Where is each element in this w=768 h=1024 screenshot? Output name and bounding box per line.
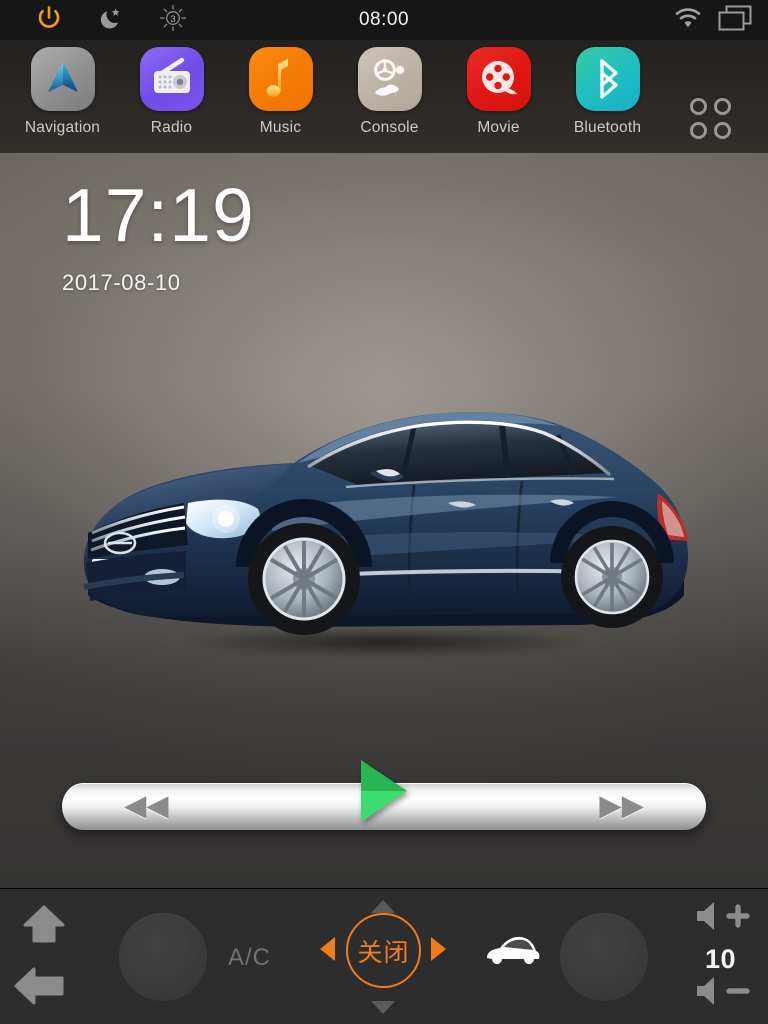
- brightness-button[interactable]: 3: [142, 0, 204, 40]
- app-label: Music: [259, 119, 302, 136]
- brightness-icon: 3: [158, 3, 188, 38]
- volume-value: 10: [704, 944, 736, 974]
- status-bar-left-icons: 3: [0, 0, 204, 40]
- app-console[interactable]: Console: [335, 47, 444, 137]
- infotainment-screen: 3 08:00 Navigation Radio Music Console M…: [0, 0, 768, 1024]
- status-bar-right-icons: [674, 0, 752, 40]
- left-rotary-knob[interactable]: [119, 913, 207, 1001]
- moon-star-icon: [98, 5, 124, 36]
- app-label: Navigation: [24, 119, 101, 136]
- app-label: Radio: [150, 119, 193, 136]
- steering-wheel-icon: [357, 47, 422, 111]
- play-button[interactable]: [361, 760, 407, 822]
- climate-mode-cluster: 关闭: [318, 900, 448, 1014]
- ac-label: A/C: [228, 944, 272, 971]
- app-label: Console: [360, 119, 419, 136]
- clock-widget[interactable]: 17:19 2017-08-10: [62, 178, 255, 296]
- home-icon: [23, 905, 65, 947]
- volume-down-icon: [694, 974, 752, 1013]
- car-icon: [482, 936, 542, 975]
- brightness-level-text: 3: [170, 14, 175, 25]
- climate-control-bar: A/C 关闭 10: [0, 888, 768, 1024]
- app-navigation[interactable]: Navigation: [8, 47, 117, 137]
- app-dock: Navigation Radio Music Console Movie Blu…: [0, 40, 768, 153]
- wifi-icon[interactable]: [674, 7, 702, 34]
- volume-up-button[interactable]: [694, 899, 752, 938]
- volume-cluster: 10: [678, 899, 752, 1015]
- bluetooth-icon: [575, 47, 640, 111]
- right-rotary-knob[interactable]: [560, 913, 648, 1001]
- power-icon: [36, 5, 62, 36]
- radio-icon: [139, 47, 204, 111]
- app-list: Navigation Radio Music Console Movie Blu…: [0, 40, 662, 137]
- clock-time: 17:19: [62, 173, 255, 257]
- multitask-window-icon[interactable]: [718, 5, 752, 36]
- app-label: Movie: [477, 119, 520, 136]
- mode-up-button[interactable]: [371, 900, 395, 913]
- mode-status-dial[interactable]: 关闭: [346, 913, 421, 988]
- clock-date: 2017-08-10: [62, 270, 181, 295]
- music-note-icon: [248, 47, 313, 111]
- film-reel-icon: [466, 47, 531, 111]
- night-mode-button[interactable]: [80, 0, 142, 40]
- app-movie[interactable]: Movie: [444, 47, 553, 137]
- car-settings-button[interactable]: [482, 929, 542, 971]
- apps-grid-icon: [689, 97, 731, 139]
- volume-up-icon: [694, 899, 752, 938]
- mode-next-button[interactable]: [431, 937, 446, 961]
- app-label: Bluetooth: [573, 119, 642, 136]
- back-button[interactable]: [14, 965, 66, 1007]
- next-track-button[interactable]: ▶▶: [599, 792, 644, 821]
- home-button[interactable]: [23, 905, 65, 943]
- app-music[interactable]: Music: [226, 47, 335, 137]
- car-photo: [58, 381, 714, 661]
- apps-grid-button[interactable]: [682, 96, 738, 140]
- app-bluetooth[interactable]: Bluetooth: [553, 47, 662, 137]
- home-wallpaper: 17:19 2017-08-10 ◀◀ ▶▶: [0, 153, 768, 888]
- previous-track-button[interactable]: ◀◀: [124, 792, 169, 821]
- mode-prev-button[interactable]: [320, 937, 335, 961]
- app-radio[interactable]: Radio: [117, 47, 226, 137]
- back-arrow-icon: [14, 967, 66, 1011]
- mode-down-button[interactable]: [371, 1001, 395, 1014]
- power-button[interactable]: [18, 0, 80, 40]
- navigation-arrow-icon: [30, 47, 95, 111]
- status-bar: 3 08:00: [0, 0, 768, 40]
- mode-status-text: 关闭: [357, 937, 410, 967]
- volume-down-button[interactable]: [694, 974, 752, 1013]
